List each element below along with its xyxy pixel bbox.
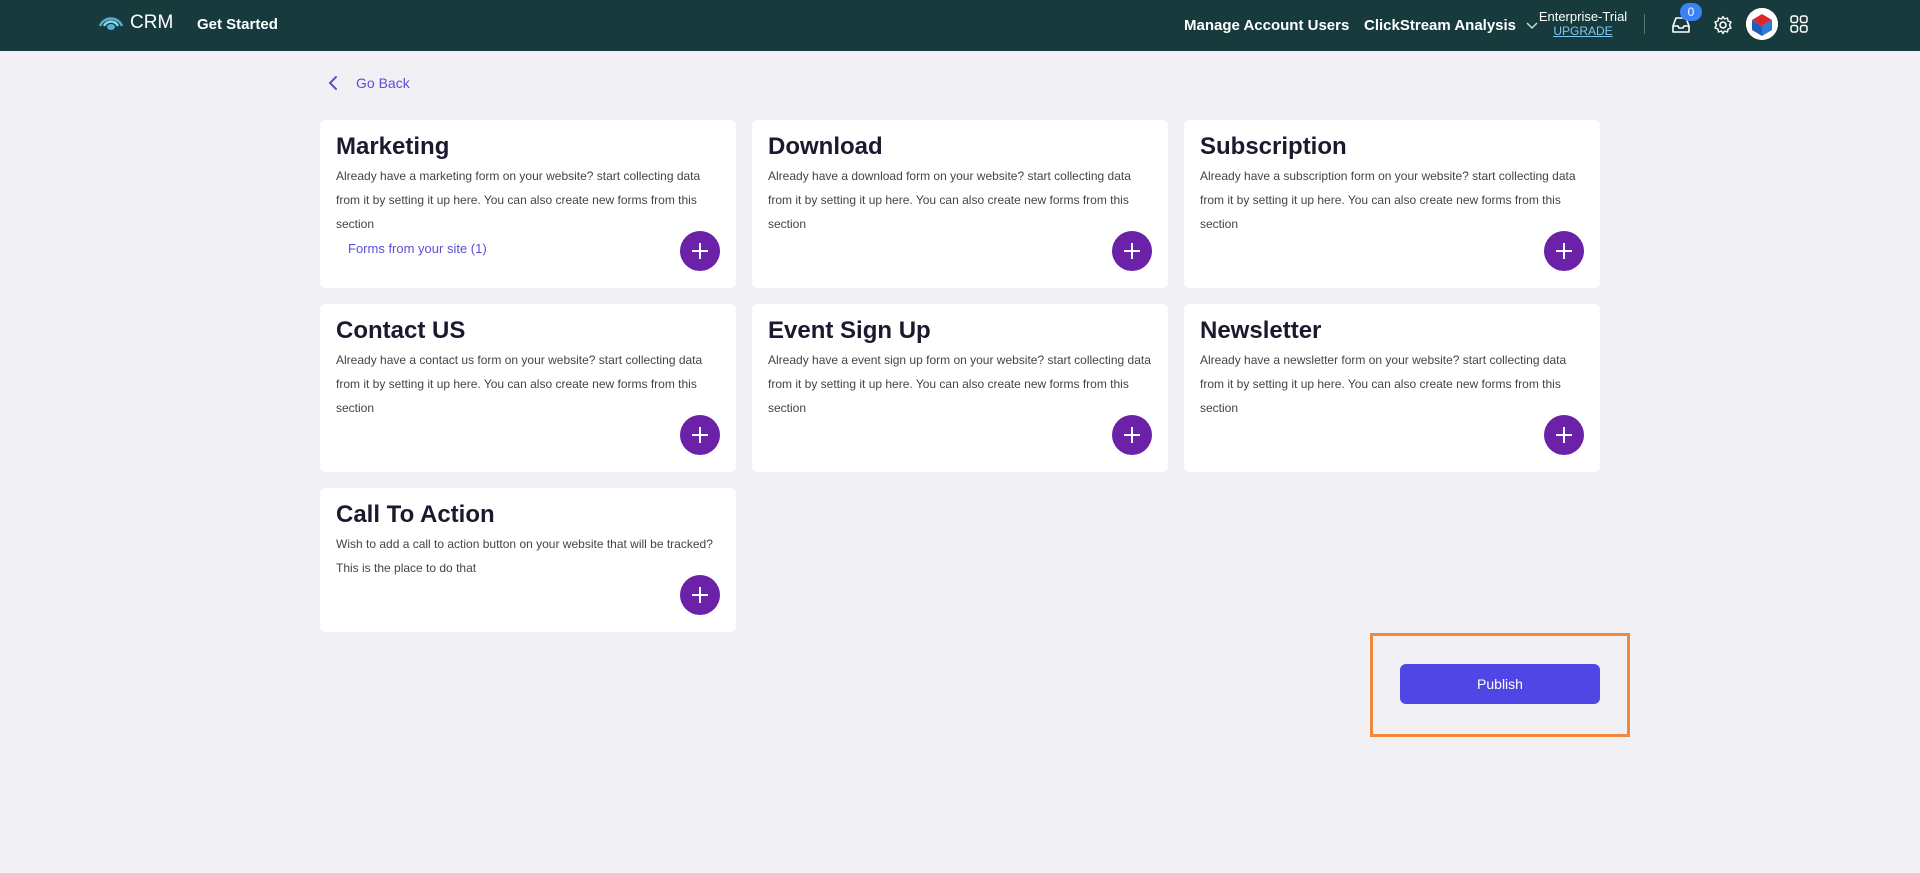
chevron-down-icon: [1526, 21, 1538, 29]
go-back-link[interactable]: Go Back: [326, 75, 410, 91]
plus-icon: [1124, 427, 1140, 443]
card-description: Already have a download form on your web…: [768, 169, 1131, 231]
publish-button[interactable]: Publish: [1400, 664, 1600, 704]
plus-icon: [1124, 243, 1140, 259]
card-description: Already have a contact us form on your w…: [336, 353, 703, 415]
clickstream-analysis-label: ClickStream Analysis: [1364, 17, 1517, 34]
card-title: Newsletter: [1200, 317, 1322, 344]
forms-from-site-link[interactable]: Forms from your site (1): [348, 241, 487, 256]
add-form-button[interactable]: [680, 231, 720, 271]
gear-icon[interactable]: [1713, 15, 1733, 35]
header-divider: [1644, 14, 1645, 34]
go-back-label: Go Back: [356, 75, 410, 91]
get-started-link[interactable]: Get Started: [197, 16, 278, 33]
manage-account-users-link[interactable]: Manage Account Users: [1184, 17, 1349, 34]
add-form-button[interactable]: [680, 415, 720, 455]
form-card-download: Download Already have a download form on…: [752, 120, 1168, 288]
form-card-call-to-action: Call To Action Wish to add a call to act…: [320, 488, 736, 632]
add-form-button[interactable]: [1544, 231, 1584, 271]
form-card-contact-us: Contact US Already have a contact us for…: [320, 304, 736, 472]
brand[interactable]: CRM: [98, 12, 173, 34]
plus-icon: [692, 243, 708, 259]
card-description: Already have a subscription form on your…: [1200, 169, 1576, 231]
apps-grid-icon[interactable]: [1790, 15, 1808, 33]
inbox-count-badge: 0: [1680, 3, 1702, 21]
add-form-button[interactable]: [1112, 231, 1152, 271]
chevron-left-icon: [328, 76, 337, 90]
card-description: Wish to add a call to action button on y…: [336, 537, 713, 575]
card-title: Contact US: [336, 317, 466, 344]
add-form-button[interactable]: [680, 575, 720, 615]
clickstream-analysis-menu[interactable]: ClickStream Analysis: [1364, 17, 1538, 34]
upgrade-link[interactable]: UPGRADE: [1538, 24, 1628, 39]
avatar[interactable]: [1746, 8, 1778, 40]
card-title: Call To Action: [336, 501, 495, 528]
add-form-button[interactable]: [1112, 415, 1152, 455]
add-form-button[interactable]: [1544, 415, 1584, 455]
card-title: Marketing: [336, 133, 450, 160]
form-card-newsletter: Newsletter Already have a newsletter for…: [1184, 304, 1600, 472]
brand-name: CRM: [130, 12, 174, 33]
card-title: Event Sign Up: [768, 317, 931, 344]
card-description: Already have a marketing form on your we…: [336, 169, 701, 231]
form-card-event-sign-up: Event Sign Up Already have a event sign …: [752, 304, 1168, 472]
plus-icon: [1556, 427, 1572, 443]
form-card-subscription: Subscription Already have a subscription…: [1184, 120, 1600, 288]
plan-name: Enterprise-Trial: [1538, 9, 1628, 24]
crm-logo-icon: [98, 17, 124, 30]
plus-icon: [692, 587, 708, 603]
avatar-image: [1746, 8, 1778, 40]
card-title: Download: [768, 133, 883, 160]
card-title: Subscription: [1200, 133, 1347, 160]
form-card-marketing: Marketing Already have a marketing form …: [320, 120, 736, 288]
top-navigation-bar: CRM Get Started Manage Account Users Cli…: [0, 0, 1920, 51]
plan-info: Enterprise-Trial UPGRADE: [1538, 9, 1628, 39]
plus-icon: [692, 427, 708, 443]
card-description: Already have a event sign up form on you…: [768, 353, 1151, 415]
plus-icon: [1556, 243, 1572, 259]
card-description: Already have a newsletter form on your w…: [1200, 353, 1567, 415]
